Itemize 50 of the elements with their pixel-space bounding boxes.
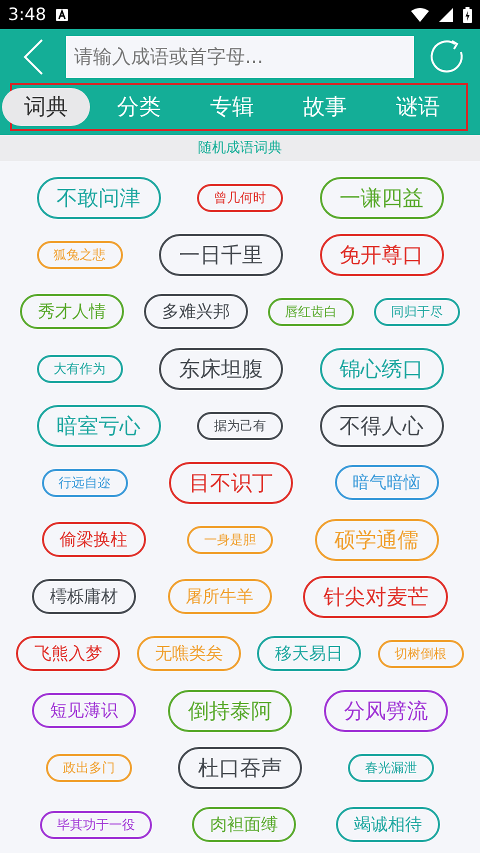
idiom-tag[interactable]: 分风劈流 — [324, 690, 448, 732]
section-title: 随机成语词典 — [0, 135, 480, 161]
idiom-tag[interactable]: 暗气暗恼 — [334, 465, 438, 500]
tab[interactable]: 专辑 — [188, 88, 276, 126]
tab[interactable]: 分类 — [95, 88, 183, 126]
status-time: 3:48 — [8, 4, 46, 25]
idiom-tag[interactable]: 春光漏泄 — [348, 754, 434, 782]
idiom-tag[interactable]: 一身是胆 — [187, 526, 273, 554]
idiom-tag[interactable]: 杜口吞声 — [178, 746, 302, 788]
idiom-tag[interactable]: 多难兴邦 — [144, 294, 248, 329]
idiom-tag[interactable]: 不得人心 — [320, 404, 444, 446]
idiom-tag[interactable]: 目不识丁 — [169, 462, 293, 504]
idiom-tag[interactable]: 肉袒面缚 — [192, 807, 296, 842]
idiom-tag[interactable]: 樗栎庸材 — [32, 579, 136, 614]
idiom-tag[interactable]: 行远自迩 — [42, 468, 128, 496]
idiom-tag[interactable]: 短见薄识 — [32, 693, 136, 728]
search-field[interactable]: 请输入成语或首字母... — [66, 36, 414, 78]
idiom-tag[interactable]: 东床坦腹 — [159, 348, 283, 390]
idiom-tag[interactable]: 倒持泰阿 — [168, 690, 292, 732]
idiom-tag[interactable]: 针尖对麦芒 — [303, 576, 448, 618]
tab[interactable]: 词典 — [2, 88, 90, 126]
battery-icon — [463, 6, 472, 23]
tab[interactable]: 谜语 — [374, 88, 462, 126]
idiom-tag[interactable]: 狐兔之悲 — [36, 240, 122, 268]
idiom-tag[interactable]: 暗室亏心 — [36, 404, 160, 446]
idiom-tag[interactable]: 屠所牛羊 — [168, 579, 272, 614]
idiom-tag[interactable]: 秀才人情 — [20, 294, 124, 329]
notification-icon — [56, 8, 68, 21]
idiom-tag[interactable]: 一日千里 — [159, 234, 283, 276]
idiom-tag[interactable]: 一谦四益 — [320, 176, 444, 218]
idiom-tag[interactable]: 同归于尽 — [374, 298, 460, 326]
idiom-tag[interactable]: 移天易日 — [257, 636, 362, 671]
idiom-tag[interactable]: 毕其功于一役 — [40, 810, 152, 838]
idiom-tag[interactable]: 偷梁换柱 — [42, 522, 146, 557]
idiom-tag[interactable]: 大有作为 — [36, 354, 122, 382]
wifi-icon — [411, 8, 429, 22]
idiom-tag[interactable]: 据为己有 — [197, 412, 283, 440]
idiom-tag[interactable]: 曾几何时 — [197, 184, 283, 212]
signal-icon — [439, 8, 453, 22]
idiom-tag[interactable]: 锦心绣口 — [320, 348, 444, 390]
idiom-tag[interactable]: 无噍类矣 — [136, 636, 241, 671]
idiom-tag[interactable]: 政出多门 — [46, 754, 132, 782]
tab[interactable]: 故事 — [281, 88, 369, 126]
idiom-tag[interactable]: 免开尊口 — [320, 234, 444, 276]
idiom-tag[interactable]: 竭诚相待 — [336, 807, 440, 842]
idiom-tag[interactable]: 唇红齿白 — [268, 298, 354, 326]
idiom-tag[interactable]: 飞熊入梦 — [16, 636, 120, 671]
idiom-tag[interactable]: 切树倒根 — [378, 640, 464, 668]
idiom-tag[interactable]: 不敢问津 — [36, 176, 160, 218]
idiom-tag[interactable]: 硕学通儒 — [314, 518, 438, 560]
